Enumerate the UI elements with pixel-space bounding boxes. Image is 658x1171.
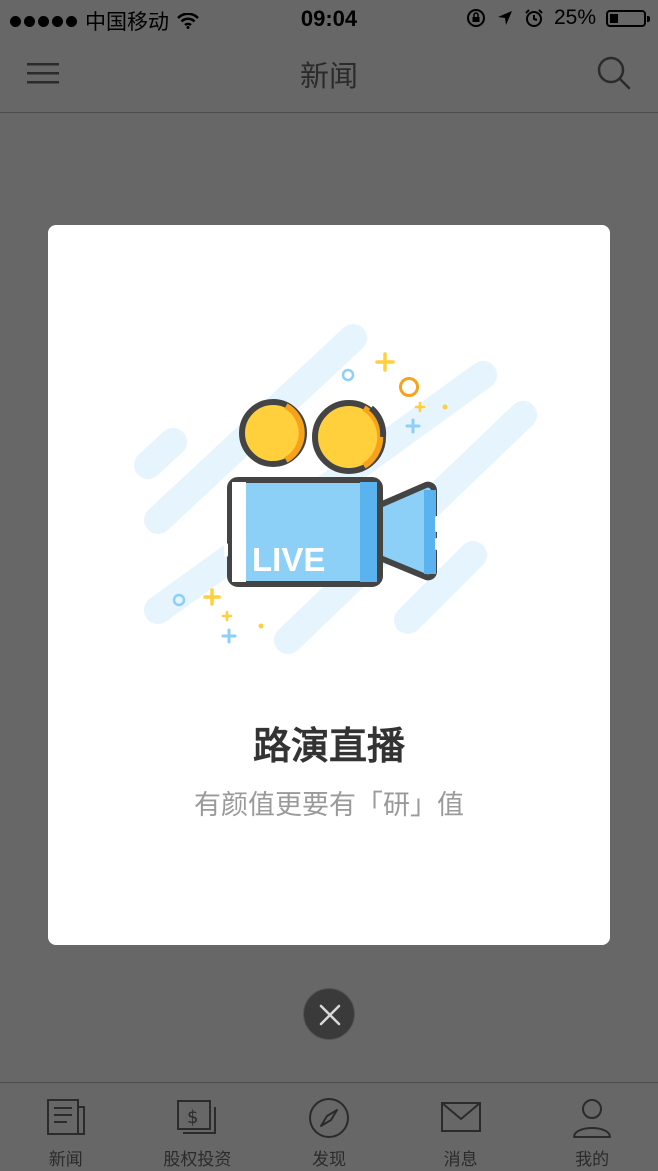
status-bar-right: 25% <box>466 6 650 30</box>
battery-percent: 25% <box>553 6 596 29</box>
rotation-lock-icon <box>466 9 485 27</box>
tab-messages[interactable]: 消息 <box>395 1083 527 1171</box>
live-video-camera-illustration: LIVE <box>134 324 537 654</box>
live-badge-text: LIVE <box>252 541 325 578</box>
location-arrow-icon <box>497 11 512 25</box>
close-icon <box>319 1004 341 1026</box>
tab-discover[interactable]: 发现 <box>263 1083 395 1171</box>
alarm-icon <box>525 9 543 27</box>
tab-news[interactable]: 新闻 <box>0 1083 132 1171</box>
compass-icon <box>308 1098 349 1138</box>
tab-equity-investment[interactable]: $ 股权投资 <box>132 1083 264 1171</box>
page-title: 新闻 <box>299 59 358 93</box>
modal-title: 路演直播 <box>252 724 405 768</box>
dollar-document-icon: $ <box>177 1100 217 1134</box>
envelope-icon <box>440 1102 481 1132</box>
close-modal-button[interactable] <box>303 988 355 1040</box>
tab-profile[interactable]: 我的 <box>526 1083 658 1171</box>
user-icon <box>573 1099 612 1138</box>
camera-body: LIVE <box>224 477 439 587</box>
tab-news-label: 新闻 <box>48 1150 83 1170</box>
tab-discover-label: 发现 <box>311 1150 346 1170</box>
tab-equity-investment-label: 股权投资 <box>163 1150 232 1170</box>
tab-profile-label: 我的 <box>575 1150 610 1170</box>
camera-reels <box>239 399 387 474</box>
battery-icon <box>606 9 650 27</box>
bottom-tab-bar: 新闻 $ 股权投资 发现 消息 我的 <box>0 1082 658 1171</box>
navigation-bar: 新闻 <box>0 38 658 113</box>
newspaper-icon <box>46 1099 85 1135</box>
svg-text:$: $ <box>187 1107 198 1128</box>
tab-messages-label: 消息 <box>443 1150 478 1170</box>
status-bar: 中国移动 09:04 25% <box>0 0 658 38</box>
search-icon[interactable] <box>596 55 632 91</box>
modal-subtitle: 有颜值更要有「研」值 <box>194 790 464 821</box>
live-roadshow-modal: LIVE 路演直播 有颜值更要有「研」值 <box>48 225 610 945</box>
